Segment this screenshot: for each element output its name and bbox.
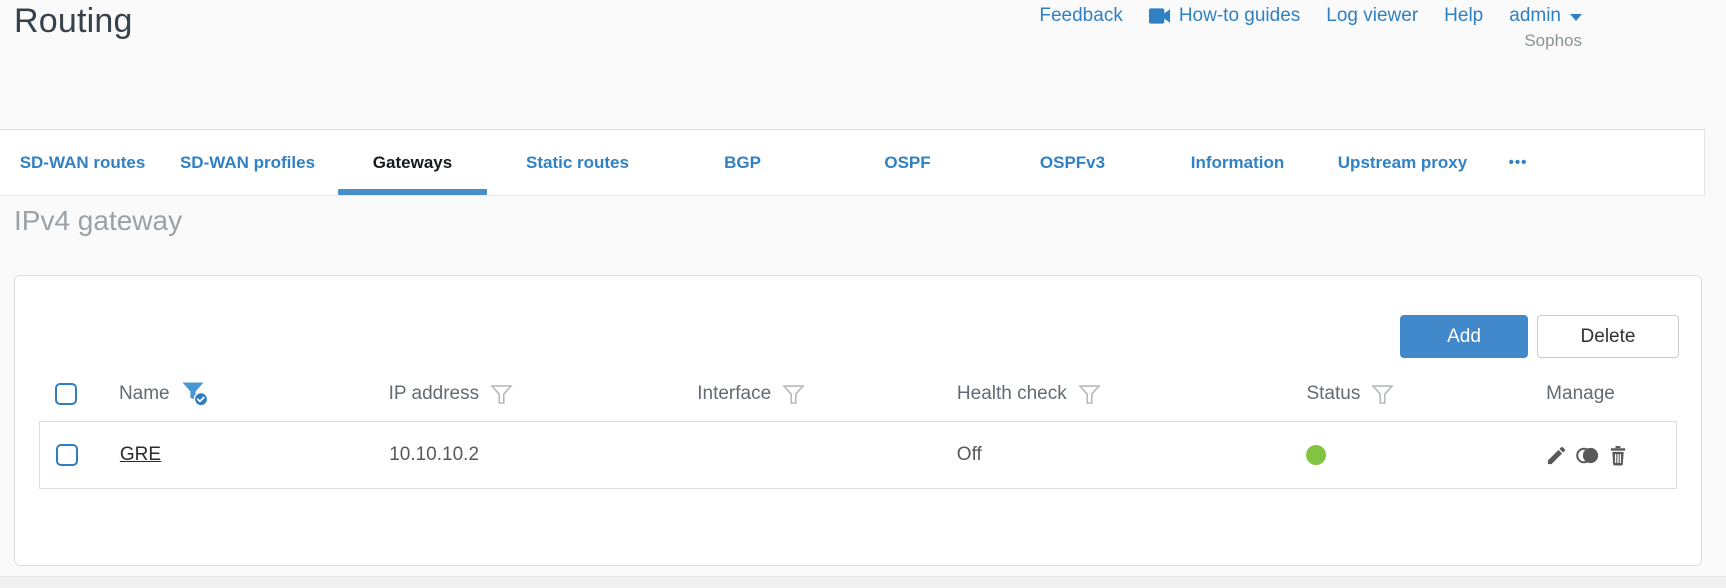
- gateway-ip-address: 10.10.10.2: [389, 444, 480, 465]
- tab-static-routes[interactable]: Static routes: [495, 130, 660, 195]
- manage-actions: [1545, 444, 1629, 467]
- funnel-icon-active[interactable]: [181, 381, 209, 407]
- column-header-ip-address: IP address: [388, 383, 480, 404]
- add-button[interactable]: Add: [1400, 315, 1528, 358]
- tab-sdwan-profiles[interactable]: SD-WAN profiles: [165, 130, 330, 195]
- feedback-link[interactable]: Feedback: [1039, 5, 1122, 27]
- caret-down-icon: [1570, 13, 1582, 21]
- tab-ospfv3[interactable]: OSPFv3: [990, 130, 1155, 195]
- tab-sdwan-routes[interactable]: SD-WAN routes: [0, 130, 165, 195]
- status-indicator: [1305, 445, 1326, 465]
- column-header-name: Name: [118, 383, 170, 404]
- help-link[interactable]: Help: [1444, 5, 1483, 27]
- howto-guides-label: How-to guides: [1178, 5, 1301, 26]
- page-bottom-strip: [0, 576, 1726, 588]
- howto-guides-link[interactable]: How-to guides: [1148, 5, 1301, 27]
- page-title: Routing: [14, 2, 133, 40]
- tab-upstream-proxy[interactable]: Upstream proxy: [1320, 130, 1485, 195]
- gateway-name-link[interactable]: GRE: [120, 444, 161, 466]
- user-menu[interactable]: admin: [1509, 5, 1582, 27]
- gateway-panel: Add Delete Name IP address Interface Hea…: [14, 275, 1702, 566]
- feedback-label: Feedback: [1039, 5, 1123, 26]
- log-viewer-label: Log viewer: [1326, 5, 1419, 26]
- delete-button[interactable]: Delete: [1537, 315, 1679, 358]
- select-all-checkbox[interactable]: [55, 383, 77, 405]
- edit-icon[interactable]: [1545, 444, 1568, 467]
- funnel-icon[interactable]: [1371, 384, 1395, 405]
- tab-ospf[interactable]: OSPF: [825, 130, 990, 195]
- funnel-icon[interactable]: [490, 384, 513, 405]
- table-header-row: Name IP address Interface Health check S…: [39, 369, 1677, 419]
- help-label: Help: [1444, 5, 1484, 26]
- column-header-health-check: Health check: [956, 383, 1067, 404]
- column-header-status: Status: [1306, 383, 1361, 404]
- gateway-health-check: Off: [956, 444, 982, 465]
- tab-bgp[interactable]: BGP: [660, 130, 825, 195]
- log-viewer-link[interactable]: Log viewer: [1326, 5, 1418, 27]
- tab-bar: SD-WAN routes SD-WAN profiles Gateways S…: [0, 129, 1705, 196]
- funnel-icon[interactable]: [782, 384, 805, 405]
- brand-label: Sophos: [1524, 31, 1582, 50]
- trash-icon[interactable]: [1607, 444, 1629, 467]
- row-checkbox[interactable]: [56, 444, 78, 466]
- table-row: GRE 10.10.10.2 Off: [39, 421, 1677, 489]
- user-menu-label: admin: [1509, 5, 1561, 26]
- section-title: IPv4 gateway: [14, 205, 183, 236]
- table-toolbar: Add Delete: [1400, 315, 1679, 358]
- more-tabs-button[interactable]: •••: [1485, 130, 1551, 195]
- tab-gateways[interactable]: Gateways: [330, 130, 495, 195]
- funnel-icon[interactable]: [1078, 384, 1101, 405]
- tab-information[interactable]: Information: [1155, 130, 1320, 195]
- top-nav: Feedback How-to guides Log viewer Help a…: [1039, 5, 1582, 27]
- videocam-icon: [1148, 8, 1172, 24]
- column-header-manage: Manage: [1546, 383, 1615, 404]
- column-header-interface: Interface: [697, 383, 772, 404]
- clone-icon[interactable]: [1575, 444, 1600, 467]
